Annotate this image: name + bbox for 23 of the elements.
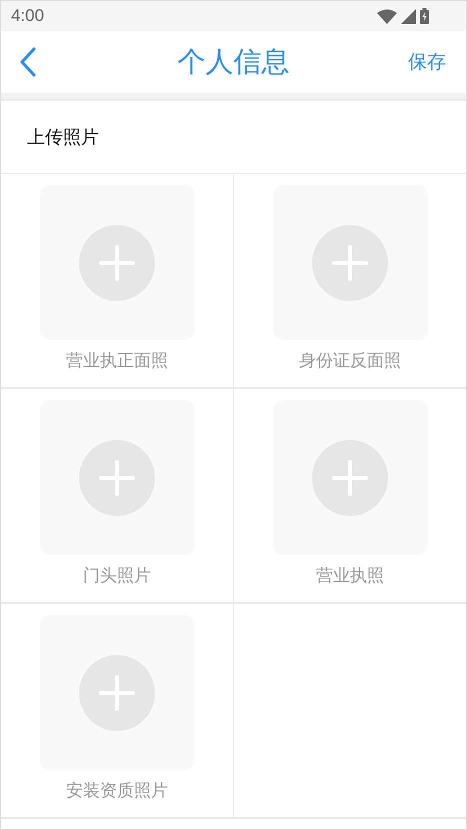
signal-icon bbox=[401, 8, 416, 24]
upload-tile[interactable] bbox=[272, 185, 428, 340]
back-button[interactable] bbox=[19, 47, 37, 77]
plus-icon bbox=[99, 674, 135, 710]
page-title: 个人信息 bbox=[178, 44, 290, 80]
status-time: 4:00 bbox=[11, 6, 44, 26]
upload-label: 安装资质照片 bbox=[66, 780, 168, 802]
wifi-icon bbox=[377, 8, 397, 24]
upload-tile[interactable] bbox=[40, 615, 194, 770]
upload-label: 营业执正面照 bbox=[66, 350, 168, 372]
upload-label: 身份证反面照 bbox=[299, 350, 401, 372]
upload-label: 营业执照 bbox=[316, 565, 384, 587]
upload-tile[interactable] bbox=[272, 400, 428, 555]
plus-icon bbox=[99, 244, 135, 280]
upload-tile[interactable] bbox=[40, 185, 194, 340]
plus-icon bbox=[99, 460, 135, 496]
upload-label: 门头照片 bbox=[83, 565, 151, 587]
plus-icon bbox=[332, 244, 368, 280]
plus-icon bbox=[332, 460, 368, 496]
upload-tile[interactable] bbox=[40, 400, 194, 555]
save-button[interactable]: 保存 bbox=[408, 49, 446, 75]
section-title: 上传照片 bbox=[27, 126, 99, 149]
battery-icon bbox=[420, 8, 429, 24]
